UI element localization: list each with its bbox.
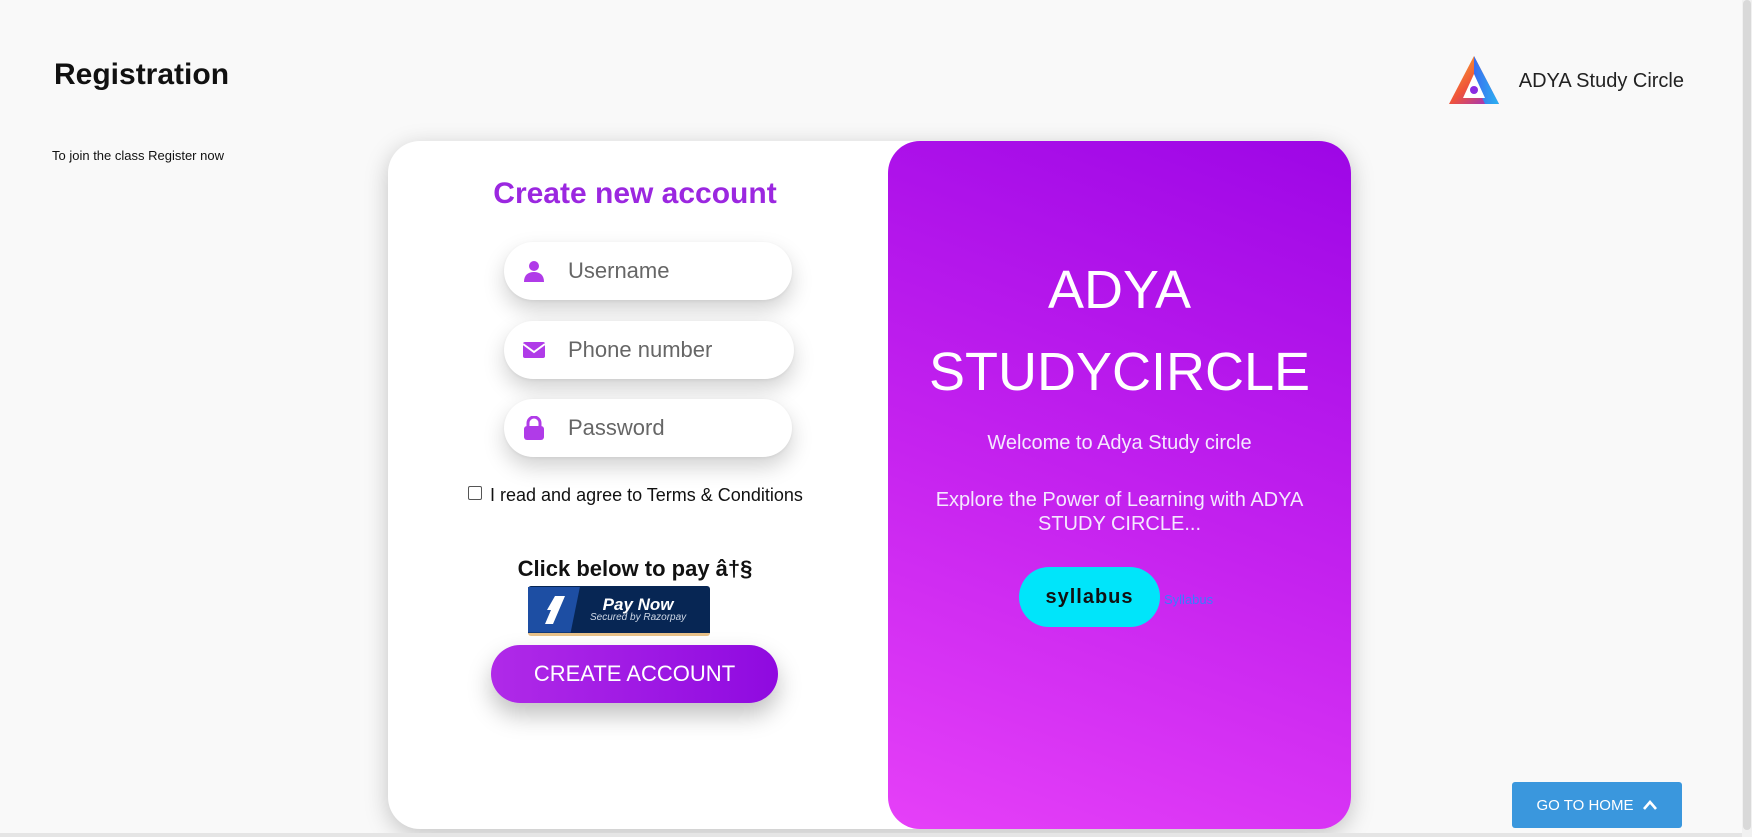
create-account-button[interactable]: CREATE ACCOUNT [491,645,778,703]
lock-icon [524,416,544,440]
page-title: Registration [54,58,230,91]
envelope-icon [522,342,546,358]
syllabus-button[interactable]: syllabus [1019,567,1160,627]
phone-field[interactable]: Phone number [504,321,794,379]
chevron-up-icon [1643,800,1658,810]
go-to-home-button[interactable]: GO TO HOME [1512,782,1682,828]
page-subtitle: To join the class Register now [52,148,224,163]
hero-welcome: Welcome to Adya Study circle [987,432,1252,454]
terms-checkbox[interactable] [468,485,482,500]
phone-placeholder: Phone number [568,337,713,362]
brand[interactable]: ADYA Study Circle [1445,52,1684,110]
scrollbar-thumb[interactable] [1743,0,1751,830]
go-to-home-label: GO TO HOME [1536,796,1634,814]
razorpay-pay-now-button[interactable]: Pay Now Secured by Razorpay [528,586,710,636]
hero-tagline: Explore the Power of Learning with ADYA … [935,489,1304,535]
pay-label: Click below to pay â†§ [517,556,753,581]
password-field[interactable]: Password [504,399,792,457]
terms-label[interactable]: I read and agree to Terms & Conditions [468,485,803,506]
user-icon [524,261,544,282]
adya-triangle-logo-icon [1448,56,1499,104]
form-title: Create new account [493,177,777,210]
pay-now-subtitle: Secured by Razorpay [590,612,687,623]
pay-now-title: Pay Now [602,595,674,614]
registration-card: Create new account Username Phone number… [388,141,1351,829]
username-field[interactable]: Username [504,242,792,300]
terms-text: I read and agree to Terms & Conditions [490,485,803,505]
hero-panel: ADYA STUDYCIRCLE Welcome to Adya Study c… [888,141,1351,829]
razorpay-icon [528,586,580,633]
vertical-scrollbar[interactable] [1742,0,1752,837]
hero-title: ADYA STUDYCIRCLE [928,260,1311,402]
registration-page: Registration To join the class Register … [0,0,1752,837]
username-placeholder: Username [568,258,670,283]
brand-name: ADYA Study Circle [1518,69,1684,92]
bottom-edge [0,833,1742,837]
syllabus-link[interactable]: Syllabus [1164,592,1213,607]
password-placeholder: Password [568,415,665,440]
